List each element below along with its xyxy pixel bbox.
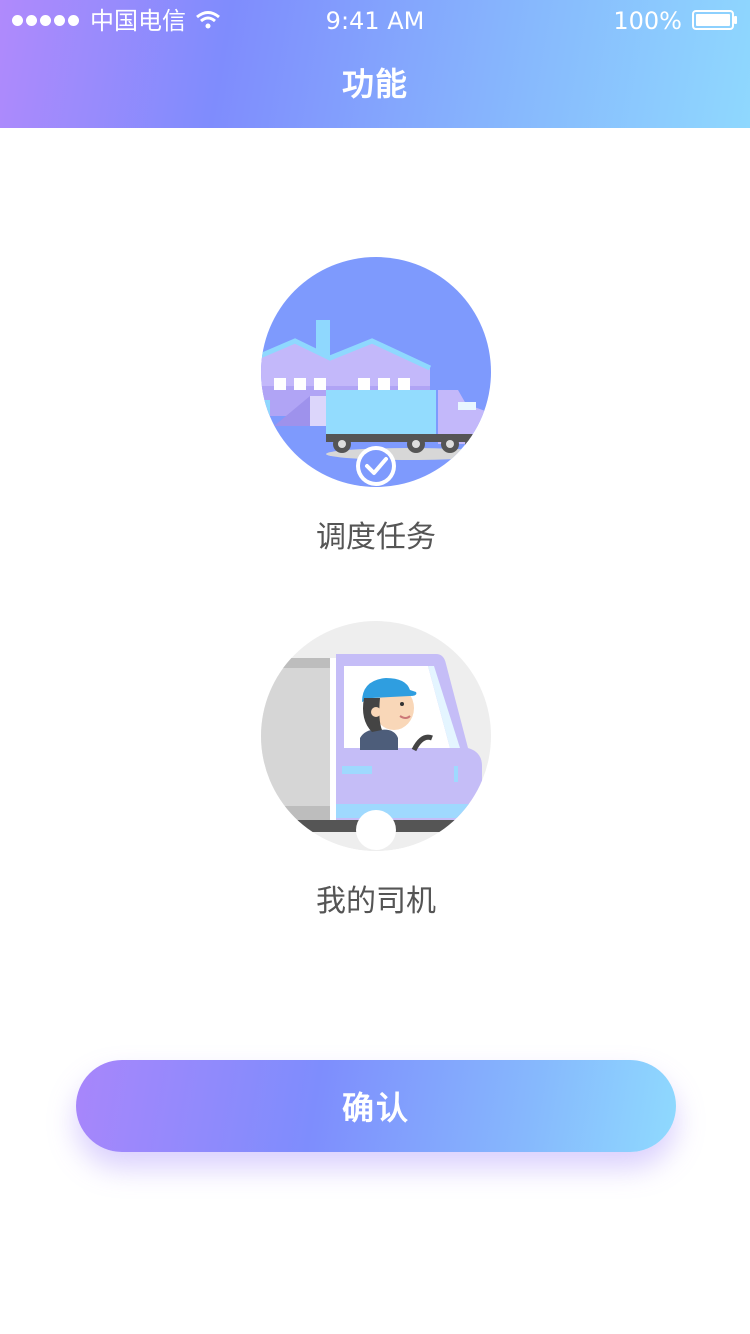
check-icon [356,446,396,486]
option-dispatch-task[interactable]: 调度任务 [260,256,492,558]
option-label: 调度任务 [316,520,436,555]
radio-unchecked-icon [356,810,396,850]
page-title: 功能 [341,65,408,103]
status-bar: 中国电信 9:41 AM 100% [0,0,750,40]
header: 中国电信 9:41 AM 100% 功能 [0,0,750,128]
battery-percent: 100% [613,7,682,35]
option-my-driver[interactable]: 我的司机 [260,620,492,922]
battery-icon [692,10,737,30]
dispatch-task-illustration [261,257,491,487]
confirm-button[interactable]: 确认 [76,1060,676,1152]
option-label: 我的司机 [316,884,436,919]
my-driver-illustration [261,621,491,851]
